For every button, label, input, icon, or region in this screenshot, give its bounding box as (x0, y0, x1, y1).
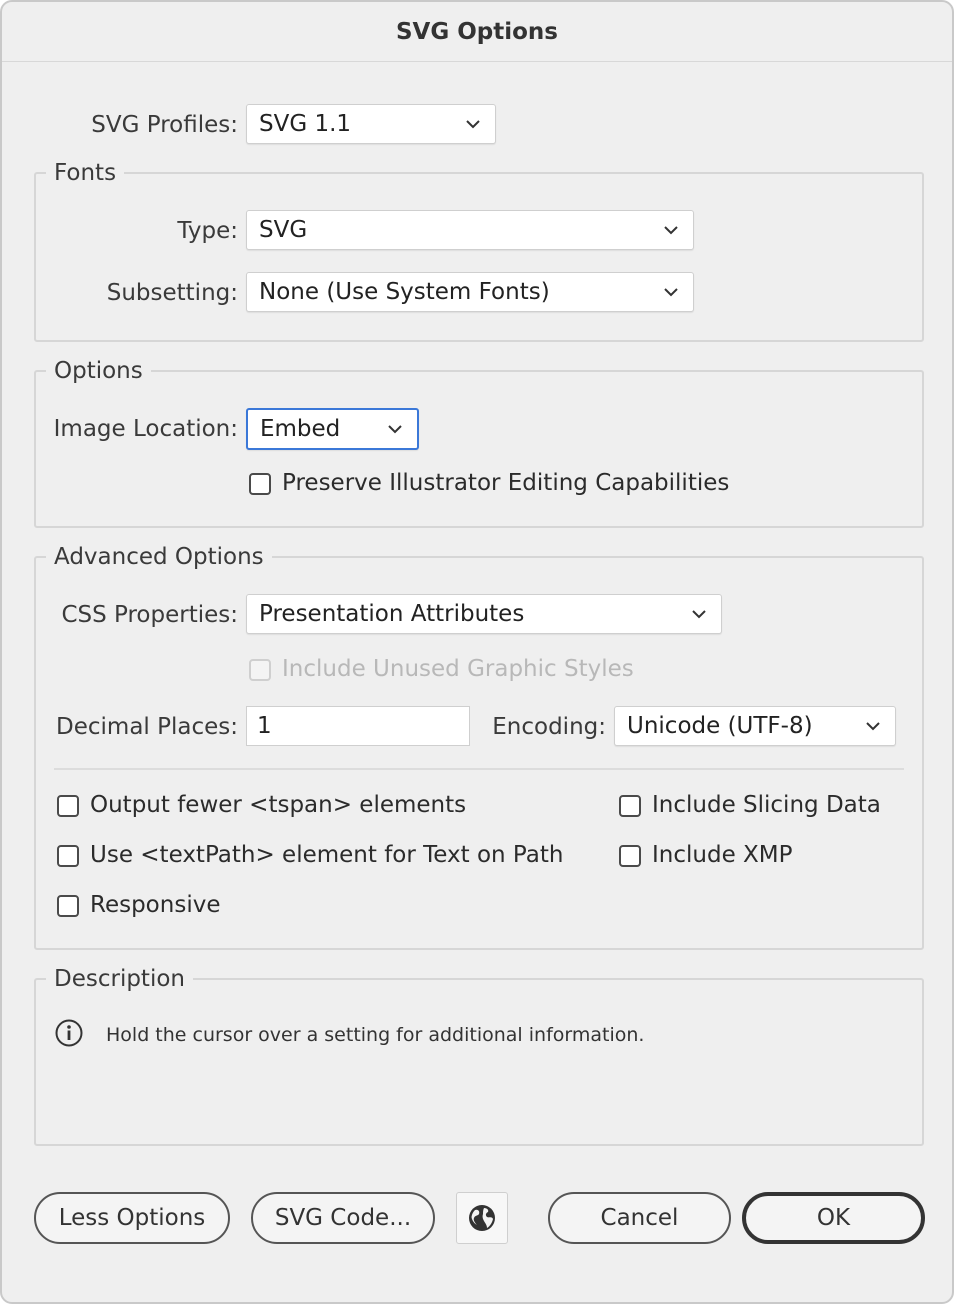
encoding-value: Unicode (UTF-8) (627, 713, 813, 739)
web-preview-button[interactable] (456, 1192, 508, 1244)
image-location-select[interactable]: Embed (246, 408, 419, 450)
fonts-group (34, 172, 924, 342)
responsive-label: Responsive (90, 892, 221, 918)
less-options-button[interactable]: Less Options (34, 1192, 230, 1244)
decimal-places-label: Decimal Places: (56, 714, 238, 740)
css-properties-select[interactable]: Presentation Attributes (246, 594, 722, 634)
svg-code-button[interactable]: SVG Code... (251, 1192, 435, 1244)
decimal-places-input[interactable]: 1 (246, 706, 470, 746)
preserve-editing-label: Preserve Illustrator Editing Capabilitie… (282, 470, 730, 496)
dialog-title: SVG Options (2, 2, 952, 62)
fewer-tspan-checkbox[interactable] (57, 795, 79, 817)
advanced-separator (54, 768, 904, 770)
svg-profiles-select[interactable]: SVG 1.1 (246, 104, 496, 144)
textpath-label: Use <textPath> element for Text on Path (90, 842, 564, 868)
responsive-checkbox[interactable] (57, 895, 79, 917)
font-type-select[interactable]: SVG (246, 210, 694, 250)
encoding-select[interactable]: Unicode (UTF-8) (614, 706, 896, 746)
advanced-options-legend: Advanced Options (46, 544, 272, 570)
unused-styles-checkbox[interactable] (249, 659, 271, 681)
slicing-data-checkbox[interactable] (619, 795, 641, 817)
cancel-button[interactable]: Cancel (548, 1192, 731, 1244)
chevron-down-icon (692, 610, 706, 619)
css-properties-label: CSS Properties: (61, 602, 238, 628)
options-legend: Options (46, 358, 151, 384)
font-type-label: Type: (177, 218, 238, 244)
svg-profiles-label: SVG Profiles: (91, 112, 238, 138)
unused-styles-label: Include Unused Graphic Styles (282, 656, 634, 682)
image-location-value: Embed (260, 416, 341, 442)
chevron-down-icon (664, 288, 678, 297)
image-location-label: Image Location: (53, 416, 238, 442)
options-group (34, 370, 924, 528)
encoding-label: Encoding: (492, 714, 606, 740)
globe-icon (469, 1205, 495, 1231)
textpath-checkbox[interactable] (57, 845, 79, 867)
fewer-tspan-label: Output fewer <tspan> elements (90, 792, 467, 818)
chevron-down-icon (388, 425, 402, 434)
chevron-down-icon (866, 722, 880, 731)
font-type-value: SVG (259, 217, 308, 243)
svg-options-dialog: SVG Options SVG Profiles: SVG 1.1 Fonts … (0, 0, 954, 1304)
svg-profiles-value: SVG 1.1 (259, 111, 352, 137)
slicing-data-label: Include Slicing Data (652, 792, 881, 818)
chevron-down-icon (664, 226, 678, 235)
preserve-editing-checkbox[interactable] (249, 473, 271, 495)
description-group (34, 978, 924, 1146)
description-legend: Description (46, 966, 193, 992)
include-xmp-label: Include XMP (652, 842, 793, 868)
description-text: Hold the cursor over a setting for addit… (106, 1024, 645, 1046)
css-properties-value: Presentation Attributes (259, 601, 525, 627)
include-xmp-checkbox[interactable] (619, 845, 641, 867)
subsetting-value: None (Use System Fonts) (259, 279, 550, 305)
info-icon (55, 1019, 83, 1047)
subsetting-select[interactable]: None (Use System Fonts) (246, 272, 694, 312)
subsetting-label: Subsetting: (106, 280, 238, 306)
fonts-legend: Fonts (46, 160, 125, 186)
ok-button[interactable]: OK (742, 1192, 925, 1244)
chevron-down-icon (466, 120, 480, 129)
